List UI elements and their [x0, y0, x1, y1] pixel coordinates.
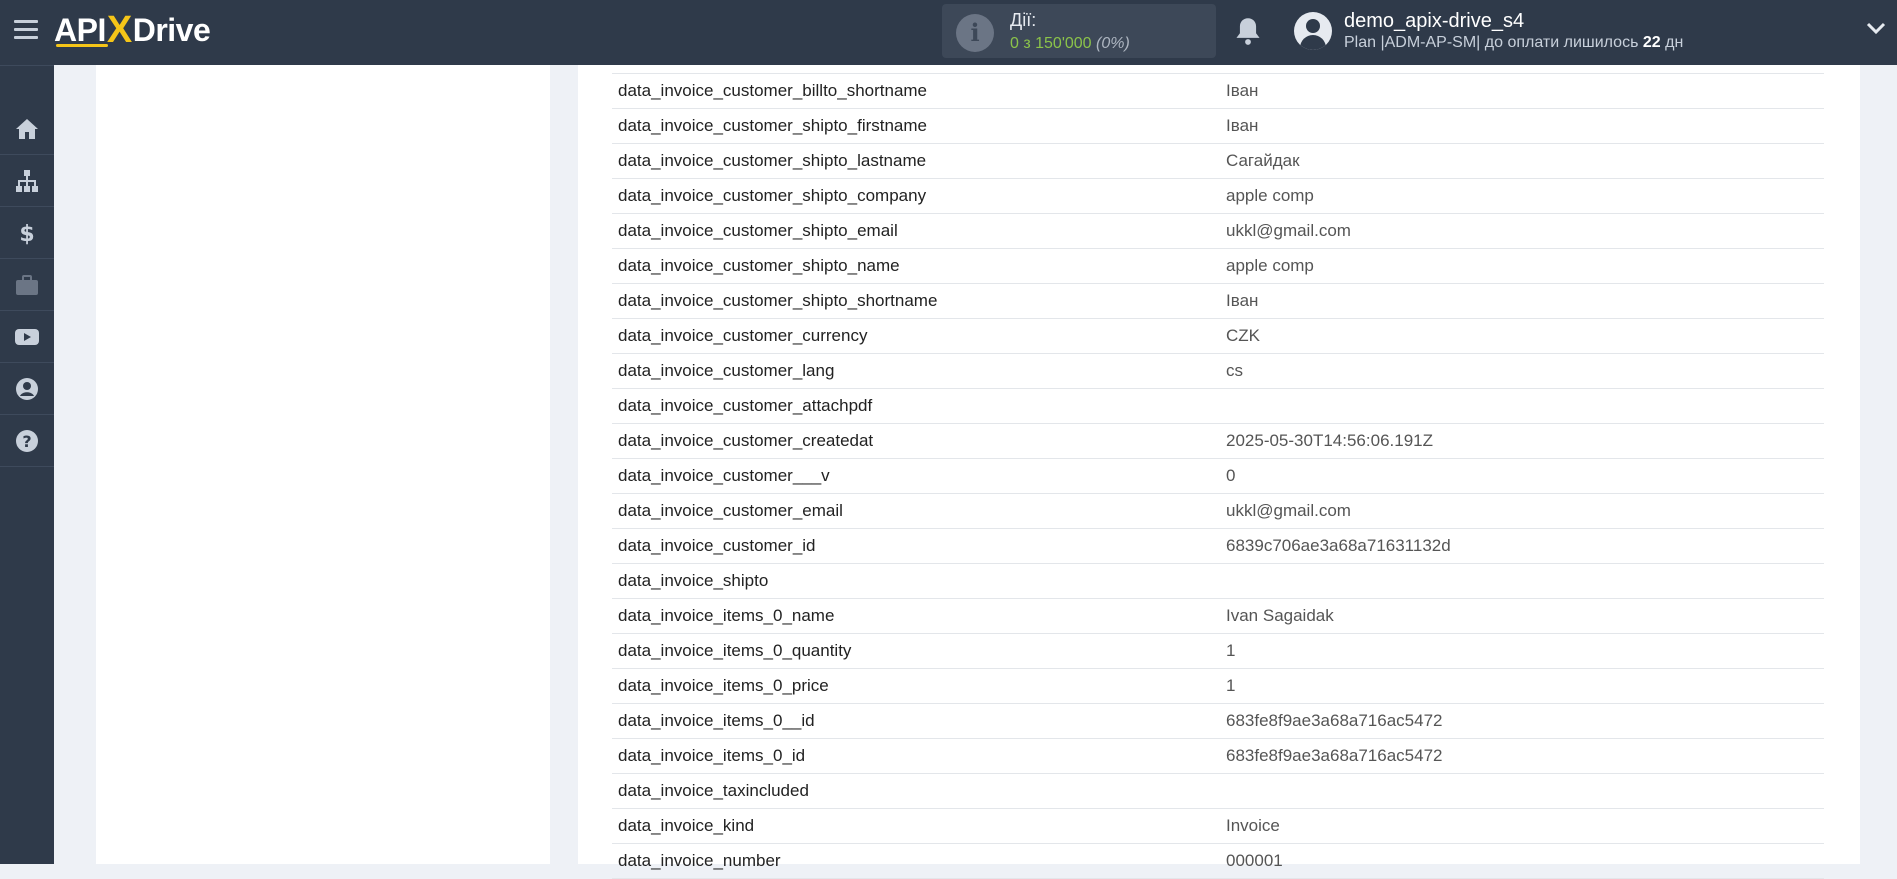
field-value: Invoice [1226, 816, 1280, 835]
field-value: 1 [1226, 676, 1236, 695]
logo-underline [56, 44, 108, 47]
field-key: data_invoice_customer_shipto_name [618, 256, 900, 275]
field-key: data_invoice_customer_shipto_lastname [618, 151, 927, 170]
field-value: apple comp [1226, 256, 1314, 275]
sidebar: $ ? [0, 65, 54, 864]
table-row: data_invoice_customer_shipto_company appl… [612, 179, 1824, 214]
field-key: data_invoice_customer_attachpdf [618, 396, 873, 415]
actions-label: Дії: [1010, 10, 1037, 30]
table-row: data_invoice_customer_id 6839c706ae3a68a7… [612, 529, 1824, 564]
field-value: 2025-05-30T14:56:06.191Z [1226, 431, 1433, 450]
bell-icon[interactable] [1234, 16, 1262, 46]
field-key: data_invoice_customer_billto_shortname [618, 81, 928, 100]
field-key: data_invoice_customer_shipto_firstname [618, 116, 928, 135]
field-key: data_invoice_customer_lang [618, 361, 835, 380]
table-row: data_invoice_items_0_price 1 [612, 669, 1824, 704]
hamburger-menu-icon[interactable] [14, 20, 38, 40]
field-value: 000001 [1226, 851, 1283, 870]
field-value: Іван [1226, 81, 1259, 100]
dollar-icon[interactable]: $ [0, 207, 54, 259]
field-value: 1 [1226, 641, 1236, 660]
field-value: Іван [1226, 116, 1259, 135]
field-value: Іван [1226, 291, 1259, 310]
field-value: 683fe8f9ae3a68a716ac5472 [1226, 711, 1443, 730]
field-value: ukkl@gmail.com [1226, 221, 1351, 240]
table-row: data_invoice_items_0_quantity 1 [612, 634, 1824, 669]
table-row: data_invoice_customer___v 0 [612, 459, 1824, 494]
avatar[interactable] [1294, 12, 1332, 50]
field-key: data_invoice_customer_createdat [618, 431, 874, 450]
field-value: 0 [1226, 466, 1236, 485]
svg-text:?: ? [22, 432, 31, 451]
actions-counter[interactable]: i Дії: 0 з 150'000 (0%) [942, 4, 1216, 58]
field-value: 6839c706ae3a68a71631132d [1226, 536, 1451, 555]
field-key: data_invoice_customer_email [618, 501, 843, 520]
left-panel [96, 65, 550, 864]
user-name[interactable]: demo_apix-drive_s4 [1344, 10, 1524, 33]
field-key: data_invoice_customer___v [618, 466, 830, 485]
field-key: data_invoice_items_0_id [618, 746, 806, 765]
table-row: data_invoice_items_0_id 683fe8f9ae3a68a71… [612, 739, 1824, 774]
user-plan: Plan |ADM-AP-SM| до оплати лишилось 22 д… [1344, 34, 1684, 51]
table-row: data_invoice_customer_lang cs [612, 354, 1824, 389]
table-row: data_invoice_customer_shipto_lastname Саг… [612, 144, 1824, 179]
field-value: apple comp [1226, 186, 1314, 205]
table-row: data_invoice_customer_shipto_firstname Ів… [612, 109, 1824, 144]
table-row: data_invoice_customer_email ukkl@gmail.co… [612, 494, 1824, 529]
field-key: data_invoice_items_0__id [618, 711, 815, 730]
field-key: data_invoice_customer_currency [618, 326, 868, 345]
table-row: data_invoice_taxincluded [612, 774, 1824, 809]
field-value: cs [1226, 361, 1243, 380]
field-key: data_invoice_customer_shipto_company [618, 186, 927, 205]
table-row: data_invoice_shipto [612, 564, 1824, 599]
table-row: data_invoice_kind Invoice [612, 809, 1824, 844]
main-panel: data_invoice_customer_billto_shortname Ів… [578, 65, 1860, 879]
field-key: data_invoice_number [618, 851, 781, 870]
data-table: data_invoice_customer_billto_shortname Ів… [612, 73, 1824, 879]
field-value: Ivan Sagaidak [1226, 606, 1334, 625]
table-row: data_invoice_customer_createdat 2025-05-3… [612, 424, 1824, 459]
field-value: Сагайдак [1226, 151, 1300, 170]
field-key: data_invoice_items_0_quantity [618, 641, 852, 660]
field-key: data_invoice_items_0_name [618, 606, 835, 625]
table-row: data_invoice_customer_billto_shortname Ів… [612, 73, 1824, 109]
field-value: 683fe8f9ae3a68a716ac5472 [1226, 746, 1443, 765]
table-row: data_invoice_items_0_name Ivan Sagaidak [612, 599, 1824, 634]
field-key: data_invoice_taxincluded [618, 781, 809, 800]
help-icon[interactable]: ? [0, 415, 54, 467]
briefcase-icon[interactable] [0, 259, 54, 311]
chevron-down-icon[interactable] [1866, 22, 1886, 36]
svg-text:$: $ [19, 222, 34, 246]
field-key: data_invoice_customer_shipto_shortname [618, 291, 938, 310]
field-value: CZK [1226, 326, 1260, 345]
field-key: data_invoice_shipto [618, 571, 769, 590]
field-key: data_invoice_items_0_price [618, 676, 829, 695]
field-key: data_invoice_customer_id [618, 536, 816, 555]
table-row: data_invoice_number 000001 [612, 844, 1824, 879]
table-row: data_invoice_items_0__id 683fe8f9ae3a68a7… [612, 704, 1824, 739]
home-icon[interactable] [0, 103, 54, 155]
field-key: data_invoice_kind [618, 816, 755, 835]
field-value: ukkl@gmail.com [1226, 501, 1351, 520]
top-bar: API X Drive i Дії: 0 з 150'000 (0%) demo_a… [0, 0, 1897, 65]
user-icon[interactable] [0, 363, 54, 415]
table-row: data_invoice_customer_attachpdf [612, 389, 1824, 424]
actions-count: 0 з 150'000 (0%) [1010, 35, 1130, 52]
info-icon: i [956, 14, 994, 52]
table-row: data_invoice_customer_shipto_email ukkl@g… [612, 214, 1824, 249]
field-key: data_invoice_customer_shipto_email [618, 221, 898, 240]
youtube-icon[interactable] [0, 311, 54, 363]
sitemap-icon[interactable] [0, 155, 54, 207]
table-row: data_invoice_customer_currency CZK [612, 319, 1824, 354]
table-row: data_invoice_customer_shipto_shortname Ів… [612, 284, 1824, 319]
table-row: data_invoice_customer_shipto_name apple c… [612, 249, 1824, 284]
